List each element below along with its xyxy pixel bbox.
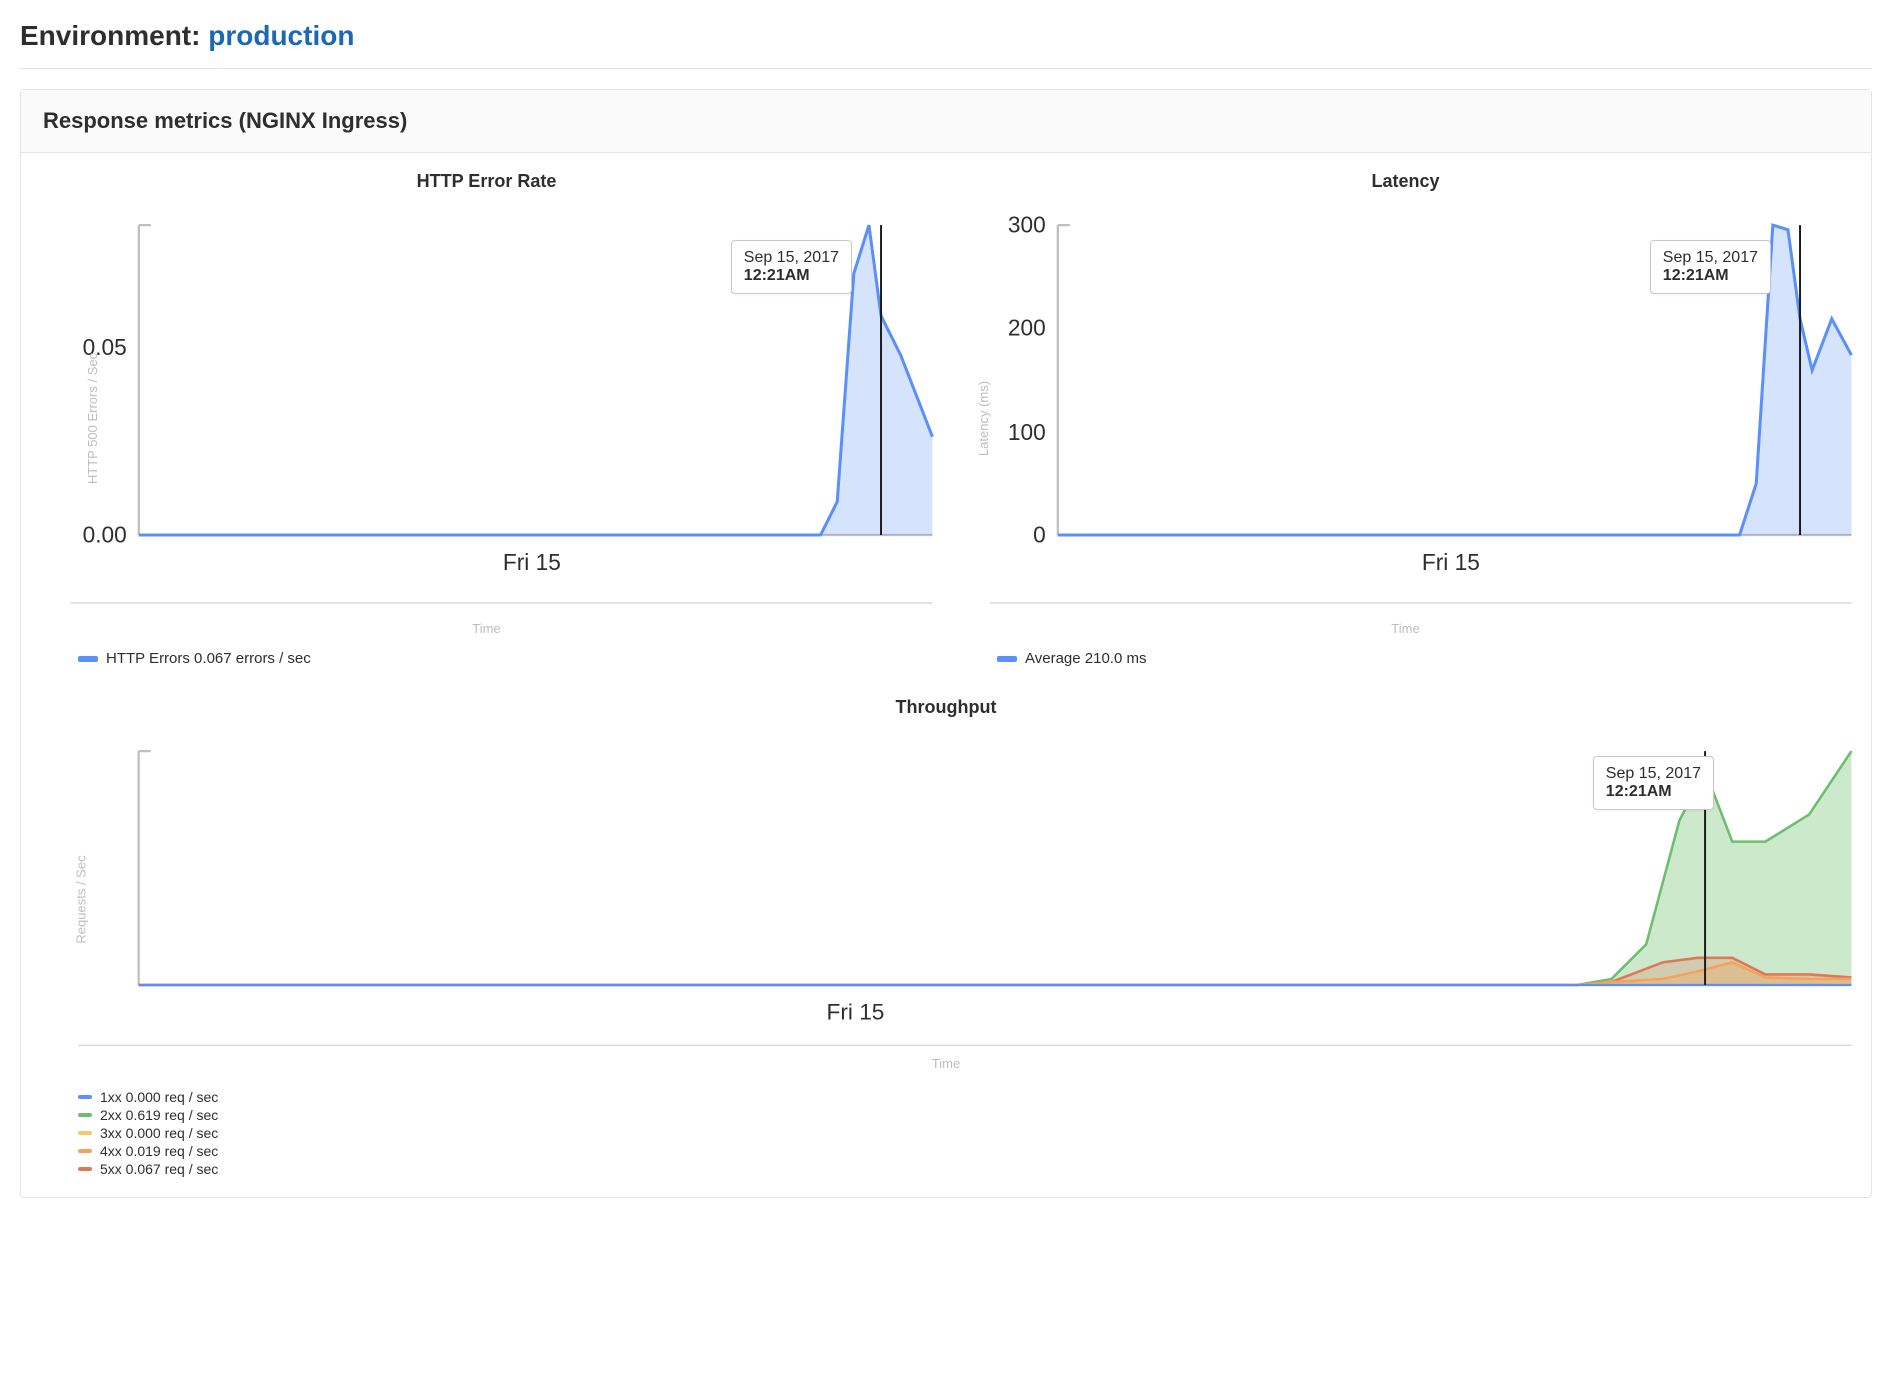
- legend-item-2xx[interactable]: 2xx 0.619 req / sec: [78, 1107, 1859, 1123]
- legend-swatch: [78, 1131, 92, 1135]
- x-axis-label: Time: [33, 621, 940, 636]
- legend-item-4xx[interactable]: 4xx 0.019 req / sec: [78, 1143, 1859, 1159]
- chart-tooltip: Sep 15, 2017 12:21AM: [731, 240, 852, 294]
- metrics-card: Response metrics (NGINX Ingress) HTTP Er…: [20, 89, 1872, 1198]
- legend-item-5xx[interactable]: 5xx 0.067 req / sec: [78, 1161, 1859, 1177]
- env-label: Environment:: [20, 20, 200, 51]
- legend-swatch: [78, 1113, 92, 1117]
- divider: [20, 68, 1872, 69]
- y-axis-label: HTTP 500 Errors / Sec: [85, 353, 100, 484]
- tooltip-date: Sep 15, 2017: [1606, 765, 1701, 783]
- legend-swatch: [997, 656, 1017, 662]
- svg-text:200: 200: [1008, 314, 1046, 340]
- chart-tooltip: Sep 15, 2017 12:21AM: [1593, 756, 1714, 810]
- chart-latency[interactable]: Latency Latency (ms) 0 100 200 300 Fri 1…: [952, 171, 1859, 669]
- tooltip-date: Sep 15, 2017: [744, 249, 839, 267]
- y-axis-label: Requests / Sec: [74, 855, 89, 943]
- svg-text:300: 300: [1008, 212, 1046, 238]
- chart-http-error-rate[interactable]: HTTP Error Rate HTTP 500 Errors / Sec 0.…: [33, 171, 940, 669]
- svg-text:100: 100: [1008, 419, 1046, 445]
- legend-item-1xx[interactable]: 1xx 0.000 req / sec: [78, 1089, 1859, 1105]
- x-axis-label: Time: [33, 1056, 1859, 1071]
- legend-swatch: [78, 656, 98, 662]
- chart-title: HTTP Error Rate: [33, 171, 940, 192]
- env-name-link[interactable]: production: [208, 20, 354, 51]
- legend-item[interactable]: HTTP Errors 0.067 errors / sec: [78, 650, 940, 667]
- chart-svg: Fri 15: [33, 736, 1859, 1053]
- svg-text:Fri 15: Fri 15: [503, 549, 561, 575]
- svg-text:Fri 15: Fri 15: [827, 1000, 885, 1025]
- legend-text: Average 210.0 ms: [1025, 650, 1146, 667]
- chart-title: Throughput: [33, 697, 1859, 718]
- chart-throughput[interactable]: Throughput Requests / Sec Fri 15: [33, 697, 1859, 1177]
- legend-swatch: [78, 1149, 92, 1153]
- legend-text: 3xx 0.000 req / sec: [100, 1125, 218, 1141]
- legend-text: 5xx 0.067 req / sec: [100, 1161, 218, 1177]
- card-title: Response metrics (NGINX Ingress): [21, 90, 1871, 153]
- tooltip-time: 12:21AM: [1663, 267, 1758, 285]
- legend-item[interactable]: Average 210.0 ms: [997, 650, 1859, 667]
- legend-swatch: [78, 1167, 92, 1171]
- tooltip-time: 12:21AM: [744, 267, 839, 285]
- x-axis-label: Time: [952, 621, 1859, 636]
- chart-tooltip: Sep 15, 2017 12:21AM: [1650, 240, 1771, 294]
- legend-swatch: [78, 1095, 92, 1099]
- legend-text: 4xx 0.019 req / sec: [100, 1143, 218, 1159]
- legend-text: HTTP Errors 0.067 errors / sec: [106, 650, 311, 667]
- svg-text:Fri 15: Fri 15: [1422, 549, 1480, 575]
- svg-text:0: 0: [1033, 522, 1046, 548]
- legend-item-3xx[interactable]: 3xx 0.000 req / sec: [78, 1125, 1859, 1141]
- tooltip-time: 12:21AM: [1606, 783, 1701, 801]
- page-header: Environment: production: [20, 20, 1872, 68]
- svg-text:0.00: 0.00: [83, 522, 127, 548]
- legend-text: 1xx 0.000 req / sec: [100, 1089, 218, 1105]
- tooltip-date: Sep 15, 2017: [1663, 249, 1758, 267]
- legend-text: 2xx 0.619 req / sec: [100, 1107, 218, 1123]
- chart-title: Latency: [952, 171, 1859, 192]
- y-axis-label: Latency (ms): [976, 381, 991, 456]
